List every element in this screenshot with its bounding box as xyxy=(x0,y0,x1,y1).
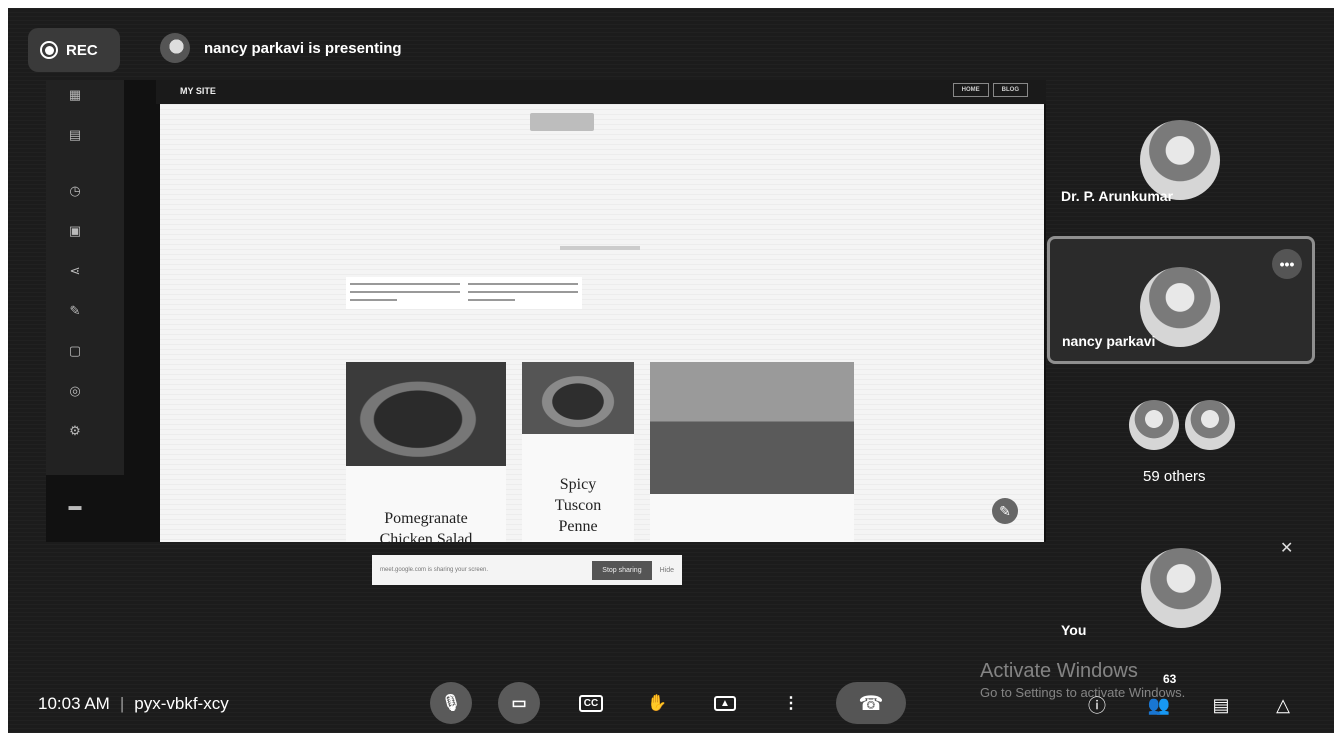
captions-icon: CC xyxy=(578,694,604,712)
site-nav-home: HOME xyxy=(952,83,989,97)
camera-toggle-button[interactable]: ▭ xyxy=(498,682,540,724)
present-button[interactable]: ▲ xyxy=(704,682,746,724)
rail-chat-icon: ▢ xyxy=(68,343,82,358)
meeting-time: 10:03 AM xyxy=(38,694,110,713)
self-name: You xyxy=(1061,622,1087,638)
site-post-card xyxy=(464,277,582,309)
rail-clock-icon: ◷ xyxy=(69,183,81,198)
raise-hand-button[interactable]: ✋ xyxy=(636,682,678,724)
participant-name: nancy parkavi xyxy=(1062,333,1156,349)
dish-card: Pomegranate Chicken Salad xyxy=(346,466,506,542)
info-icon: ⓘ xyxy=(1088,696,1106,716)
site-nav-blog: BLOG xyxy=(992,83,1028,97)
chat-icon: ▤ xyxy=(1212,694,1230,715)
dish-card xyxy=(650,494,854,542)
site-body: Pomegranate Chicken Salad Spicy Tuscon P… xyxy=(160,104,1044,542)
site-caption xyxy=(560,246,640,250)
shared-screen: ▦ ▤ ◷ ▣ ⋖ ✎ ▢ ◎ ⚙ ▬ MY SITE HOME BLOG Po… xyxy=(46,80,1046,542)
others-tile[interactable]: 59 others xyxy=(1047,380,1315,510)
site-title: MY SITE xyxy=(180,86,216,96)
present-icon: ▲ xyxy=(714,695,736,711)
penne-photo xyxy=(522,362,634,434)
more-vert-icon: ⋮ xyxy=(783,695,799,712)
hangup-icon: ☎ xyxy=(858,692,884,715)
dish-card: Spicy Tuscon Penne xyxy=(522,434,634,542)
participant-tile-active[interactable]: ••• nancy parkavi xyxy=(1047,236,1315,364)
sharing-bar: meet.google.com is sharing your screen. … xyxy=(372,555,682,585)
people-button[interactable]: 👥 xyxy=(1144,690,1174,720)
captions-button[interactable]: CC xyxy=(570,682,612,724)
hide-button[interactable]: Hide xyxy=(660,567,674,574)
rail-apps-icon: ▤ xyxy=(68,127,82,142)
presenter-text: nancy parkavi is presenting xyxy=(204,39,402,57)
rail-grid-icon: ▦ xyxy=(68,87,82,102)
camera-off-icon: ▭ xyxy=(511,695,527,712)
meeting-code: pyx-vbkf-xcy xyxy=(134,694,229,713)
record-icon xyxy=(40,41,58,59)
people-count: 63 xyxy=(1163,672,1177,686)
self-avatar xyxy=(1141,548,1221,628)
dish-title: Spicy Tuscon Penne xyxy=(554,476,602,535)
leave-call-button[interactable]: ☎ xyxy=(836,682,906,724)
people-icon: 👥 xyxy=(1147,694,1171,715)
table-photo xyxy=(650,362,854,494)
rail-settings-icon: ⚙ xyxy=(69,423,81,438)
rail-share-icon: ⋖ xyxy=(69,263,81,278)
hand-icon: ✋ xyxy=(647,695,667,712)
self-tile[interactable]: You xyxy=(1047,520,1315,650)
watermark-title: Activate Windows xyxy=(980,660,1138,682)
activities-button[interactable]: △ xyxy=(1268,690,1298,720)
site-post-card xyxy=(346,277,464,309)
chat-button[interactable]: ▤ xyxy=(1206,690,1236,720)
participant-tile[interactable]: Dr. P. Arunkumar xyxy=(1047,100,1315,230)
meeting-details-button[interactable]: ⓘ xyxy=(1082,690,1112,720)
meeting-separator: | xyxy=(119,694,125,713)
presenter-avatar xyxy=(160,33,190,63)
shared-left-rail: ▦ ▤ ◷ ▣ ⋖ ✎ ▢ ◎ ⚙ ▬ xyxy=(46,80,124,513)
salad-photo xyxy=(346,362,506,466)
others-label: 59 others xyxy=(1143,468,1206,485)
mic-toggle-button[interactable]: 🎙 xyxy=(430,682,472,724)
recording-indicator[interactable]: REC xyxy=(28,28,120,72)
sharing-message: meet.google.com is sharing your screen. xyxy=(380,567,489,573)
activities-icon: △ xyxy=(1276,694,1290,715)
participant-name: Dr. P. Arunkumar xyxy=(1061,188,1174,204)
participant-avatar xyxy=(1185,400,1235,450)
site-header: MY SITE HOME BLOG xyxy=(156,80,1046,104)
rail-edit-icon: ✎ xyxy=(69,303,81,318)
mic-off-icon: 🎙 xyxy=(440,695,462,712)
participant-avatar xyxy=(1129,400,1179,450)
rail-media-icon: ▣ xyxy=(68,223,82,238)
more-options-icon[interactable]: ••• xyxy=(1272,249,1302,279)
rail-search-icon: ◎ xyxy=(69,383,81,398)
site-pill-button xyxy=(530,113,594,131)
dish-title: Pomegranate Chicken Salad xyxy=(379,510,473,542)
edit-pencil-icon: ✎ xyxy=(992,498,1018,524)
rail-screen-icon: ▬ xyxy=(68,497,82,513)
more-options-button[interactable]: ⋮ xyxy=(770,682,812,724)
recording-label: REC xyxy=(66,41,98,59)
presenter-banner: nancy parkavi is presenting xyxy=(160,33,402,63)
meeting-info: 10:03 AM | pyx-vbkf-xcy xyxy=(38,694,229,714)
stop-sharing-button[interactable]: Stop sharing xyxy=(592,560,652,580)
